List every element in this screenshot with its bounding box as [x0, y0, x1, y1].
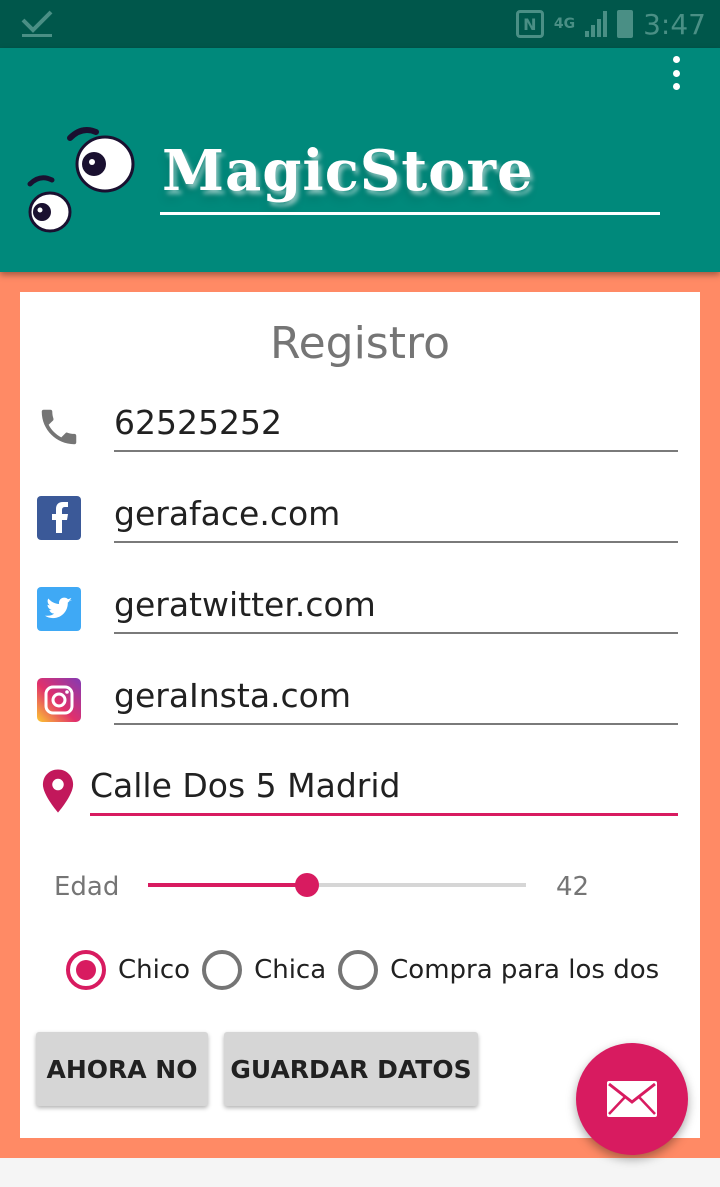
facebook-value: geraface.com	[114, 494, 341, 533]
phone-value: 62525252	[114, 403, 282, 442]
radio-label-chico: Chico	[118, 955, 191, 985]
twitter-value: geratwitter.com	[114, 585, 376, 624]
radio-chica[interactable]: Chica	[202, 950, 326, 990]
address-value: Calle Dos 5 Madrid	[90, 766, 401, 805]
instagram-icon	[37, 678, 81, 722]
age-slider-row: Edad 42	[20, 862, 700, 912]
facebook-icon	[37, 496, 81, 540]
phone-icon	[41, 409, 77, 445]
app-title: MagicStore	[162, 138, 534, 204]
title-underline	[160, 212, 660, 215]
phone-field[interactable]: 62525252	[114, 392, 678, 452]
twitter-icon	[37, 587, 81, 631]
email-fab-button[interactable]	[576, 1043, 688, 1155]
not-now-button[interactable]: AHORA NO	[36, 1032, 208, 1106]
address-field[interactable]: Calle Dos 5 Madrid	[90, 756, 678, 816]
location-pin-icon	[42, 769, 74, 813]
battery-icon	[617, 10, 634, 38]
age-slider[interactable]	[148, 873, 526, 897]
status-time: 3:47	[643, 7, 706, 41]
instagram-field[interactable]: geraInsta.com	[114, 665, 678, 725]
radio-both[interactable]: Compra para los dos	[338, 950, 659, 990]
radio-label-chica: Chica	[254, 955, 327, 985]
radio-button-chico[interactable]	[66, 950, 106, 990]
age-slider-thumb[interactable]	[294, 873, 319, 897]
save-data-button[interactable]: GUARDAR DATOS	[224, 1032, 478, 1106]
twitter-row: geratwitter.com	[20, 574, 700, 640]
nfc-icon: N	[515, 10, 544, 38]
age-slider-fill	[148, 883, 307, 887]
facebook-row: geraface.com	[20, 483, 700, 549]
radio-button-chica[interactable]	[202, 950, 243, 990]
status-bar: N 4G 3:47	[0, 0, 720, 48]
radio-label-both: Compra para los dos	[390, 955, 660, 985]
twitter-field[interactable]: geratwitter.com	[114, 574, 678, 634]
age-value: 42	[556, 872, 590, 902]
radio-chico[interactable]: Chico	[66, 950, 190, 990]
eyes-logo	[27, 127, 135, 233]
signal-icon	[585, 11, 608, 37]
app-bar: MagicStore	[0, 48, 720, 272]
phone-row: 62525252	[20, 392, 700, 458]
gender-radio-group: Chico Chica Compra para los dos	[66, 946, 671, 994]
instagram-value: geraInsta.com	[114, 676, 352, 715]
age-label: Edad	[54, 872, 120, 902]
instagram-row: geraInsta.com	[20, 665, 700, 731]
radio-button-both[interactable]	[338, 950, 379, 990]
network-type: 4G	[553, 16, 576, 32]
form-title: Registro	[269, 318, 451, 369]
registration-card: Registro 62525252 geraface.com geratwitt…	[20, 292, 700, 1138]
check-icon	[21, 10, 53, 37]
facebook-field[interactable]: geraface.com	[114, 483, 678, 543]
email-icon	[607, 1081, 657, 1117]
address-row: Calle Dos 5 Madrid	[20, 756, 700, 822]
more-vert-icon[interactable]	[666, 56, 686, 90]
